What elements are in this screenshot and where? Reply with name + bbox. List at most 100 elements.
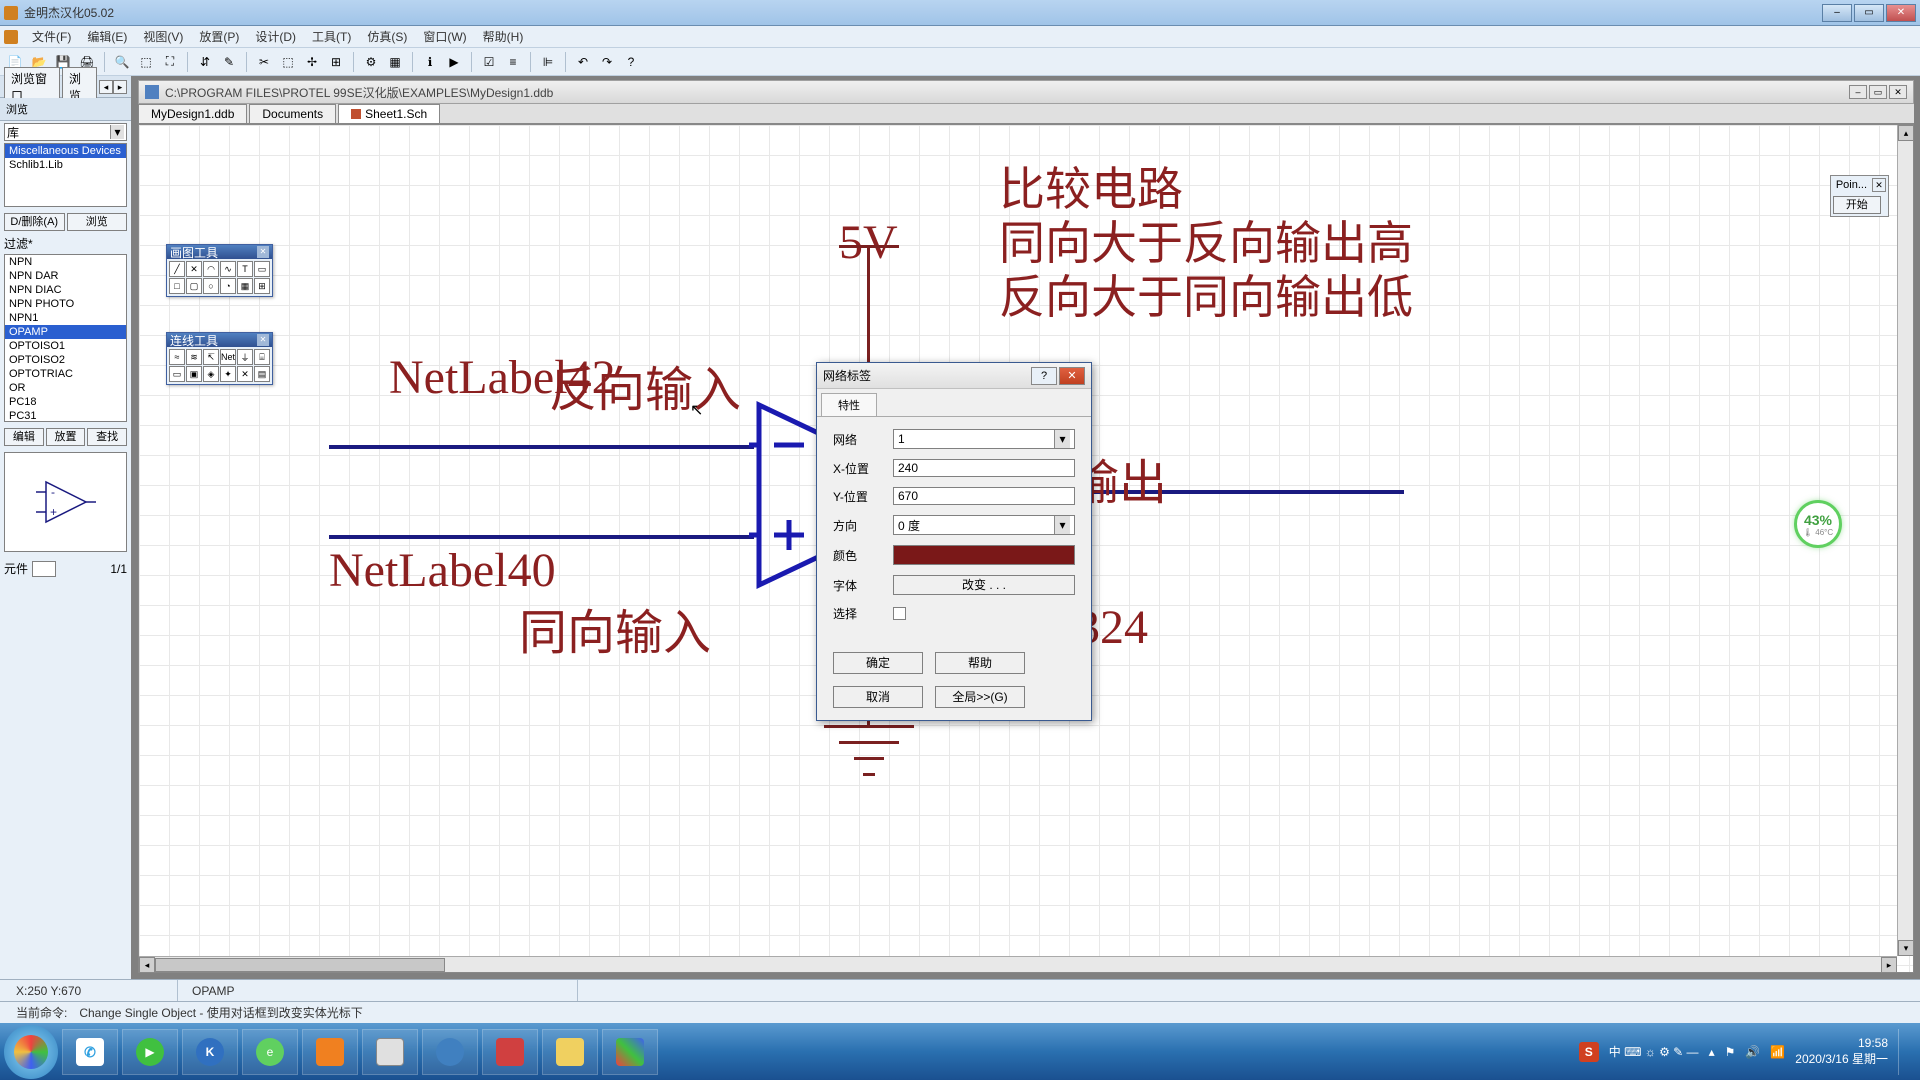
tool-polyline[interactable]: ✕: [186, 261, 202, 277]
tool-ellipse[interactable]: ○: [203, 278, 219, 294]
task-app-6[interactable]: [362, 1029, 418, 1075]
tb-undo[interactable]: ↶: [572, 51, 594, 73]
tool-rect[interactable]: □: [169, 278, 185, 294]
tool-busentry[interactable]: ↸: [203, 349, 219, 365]
tool-arc[interactable]: ◠: [203, 261, 219, 277]
tool-wire[interactable]: ≈: [169, 349, 185, 365]
tb-cross-probe[interactable]: ✎: [218, 51, 240, 73]
tool-power[interactable]: ⏚: [237, 349, 253, 365]
mdi-restore[interactable]: ▭: [1869, 85, 1887, 99]
menu-tools[interactable]: 工具(T): [304, 26, 359, 47]
mdi-close[interactable]: ✕: [1889, 85, 1907, 99]
menu-help[interactable]: 帮助(H): [475, 26, 532, 47]
list-item[interactable]: Schlib1.Lib: [5, 158, 126, 172]
task-app-7[interactable]: [422, 1029, 478, 1075]
tb-zoom-fit[interactable]: ⛶: [159, 51, 181, 73]
tb-step[interactable]: ⊫: [537, 51, 559, 73]
horizontal-scrollbar[interactable]: ◂ ▸: [139, 956, 1897, 972]
tool-text[interactable]: T: [237, 261, 253, 277]
list-item[interactable]: NPN1: [5, 311, 126, 325]
direction-combo[interactable]: 0 度▾: [893, 515, 1075, 535]
tool-port[interactable]: ◈: [203, 366, 219, 382]
select-checkbox[interactable]: [893, 607, 906, 620]
delete-lib-button[interactable]: D/删除(A): [4, 213, 65, 231]
task-app-5[interactable]: [302, 1029, 358, 1075]
color-swatch[interactable]: [893, 545, 1075, 565]
tool-line[interactable]: ╱: [169, 261, 185, 277]
list-item[interactable]: NPN DAR: [5, 269, 126, 283]
point-start-button[interactable]: 开始: [1833, 196, 1881, 214]
task-app-2[interactable]: ▶: [122, 1029, 178, 1075]
minimize-button[interactable]: –: [1822, 4, 1852, 22]
tool-roundrect[interactable]: ▢: [186, 278, 202, 294]
tb-select[interactable]: ⬚: [277, 51, 299, 73]
tb-run[interactable]: ▶: [443, 51, 465, 73]
start-button[interactable]: [4, 1025, 58, 1079]
browse-mode-combo[interactable]: 库 ▾: [4, 123, 127, 141]
netlabel40[interactable]: NetLabel40: [329, 543, 556, 598]
tool-part[interactable]: ⌸: [254, 349, 270, 365]
task-app-8[interactable]: [482, 1029, 538, 1075]
list-item[interactable]: Miscellaneous Devices: [5, 144, 126, 158]
browse-lib-button[interactable]: 浏览: [67, 213, 128, 231]
list-item[interactable]: NPN DIAC: [5, 283, 126, 297]
tb-annotate[interactable]: ℹ: [419, 51, 441, 73]
task-app-3[interactable]: K: [182, 1029, 238, 1075]
tb-zoom-in[interactable]: 🔍: [111, 51, 133, 73]
mdi-minimize[interactable]: –: [1849, 85, 1867, 99]
tray-volume-icon[interactable]: 🔊: [1745, 1045, 1760, 1059]
find-comp-button[interactable]: 查找: [87, 428, 127, 446]
scroll-down[interactable]: ▾: [1898, 940, 1914, 956]
menu-edit[interactable]: 编辑(E): [79, 26, 135, 47]
scroll-right[interactable]: ▸: [1881, 957, 1897, 973]
list-item[interactable]: OPTOISO2: [5, 353, 126, 367]
wiring-tools-palette[interactable]: 连线工具✕ ≈ ≋ ↸ Net ⏚ ⌸ ▭ ▣ ◈ ✦ ✕ ▤: [166, 332, 273, 385]
list-item[interactable]: OPAMP: [5, 325, 126, 339]
menu-view[interactable]: 视图(V): [135, 26, 191, 47]
list-item[interactable]: OPTOTRIAC: [5, 367, 126, 381]
tb-redo[interactable]: ↷: [596, 51, 618, 73]
list-item[interactable]: OPTOISO1: [5, 339, 126, 353]
tray-flag-icon[interactable]: ⚑: [1725, 1045, 1736, 1059]
panel-scroll-left[interactable]: ◂: [99, 80, 113, 94]
net-combo[interactable]: 1▾: [893, 429, 1075, 449]
show-desktop-button[interactable]: [1898, 1029, 1908, 1075]
dialog-help-button[interactable]: ?: [1031, 367, 1057, 385]
list-item[interactable]: OR: [5, 381, 126, 395]
tb-zoom-area[interactable]: ⬚: [135, 51, 157, 73]
dialog-close-button[interactable]: ✕: [1059, 367, 1085, 385]
menu-design[interactable]: 设计(D): [247, 26, 304, 47]
tb-cut[interactable]: ✂: [253, 51, 275, 73]
edit-comp-button[interactable]: 编辑: [4, 428, 44, 446]
wire-inverting[interactable]: [329, 445, 754, 449]
tray-up-icon[interactable]: ▴: [1709, 1045, 1715, 1059]
menu-simulate[interactable]: 仿真(S): [359, 26, 415, 47]
x-position-input[interactable]: [893, 459, 1075, 477]
dialog-tab-properties[interactable]: 特性: [821, 393, 877, 416]
help-button[interactable]: 帮助: [935, 652, 1025, 674]
tb-sheet[interactable]: ▦: [384, 51, 406, 73]
tool-image[interactable]: ▦: [237, 278, 253, 294]
menu-place[interactable]: 放置(P): [191, 26, 247, 47]
part-index-input[interactable]: [32, 561, 56, 577]
tab-sheet[interactable]: Sheet1.Sch: [338, 104, 440, 123]
list-item[interactable]: NPN: [5, 255, 126, 269]
panel-scroll-right[interactable]: ▸: [113, 80, 127, 94]
list-item[interactable]: PC31: [5, 409, 126, 422]
tb-hierarchy[interactable]: ⇵: [194, 51, 216, 73]
maximize-button[interactable]: ▭: [1854, 4, 1884, 22]
component-list[interactable]: NPN NPN DAR NPN DIAC NPN PHOTO NPN1 OPAM…: [4, 254, 127, 422]
task-app-9[interactable]: [542, 1029, 598, 1075]
reverse-input-label[interactable]: 反向输入: [549, 350, 741, 420]
library-list[interactable]: Miscellaneous Devices Schlib1.Lib: [4, 143, 127, 207]
ime-toolbar[interactable]: 中 ⌨ ☼ ⚙ ✎ —: [1609, 1043, 1699, 1060]
scroll-left[interactable]: ◂: [139, 957, 155, 973]
list-item[interactable]: PC18: [5, 395, 126, 409]
tb-help-icon[interactable]: ?: [620, 51, 642, 73]
tray-network-icon[interactable]: 📶: [1770, 1045, 1785, 1059]
task-app-10[interactable]: [602, 1029, 658, 1075]
cancel-button[interactable]: 取消: [833, 686, 923, 708]
tb-move[interactable]: ✢: [301, 51, 323, 73]
ok-button[interactable]: 确定: [833, 652, 923, 674]
place-comp-button[interactable]: 放置: [46, 428, 86, 446]
